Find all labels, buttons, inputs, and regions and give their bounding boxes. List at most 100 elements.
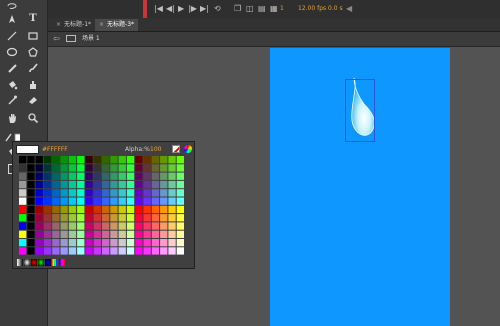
tab-untitled-1[interactable]: × 无标题-1* — [52, 19, 95, 31]
web-color-swatch[interactable] — [160, 230, 168, 238]
web-color-swatch[interactable] — [93, 172, 101, 180]
web-color-swatch[interactable] — [151, 164, 160, 172]
web-color-swatch[interactable] — [85, 180, 93, 189]
web-color-swatch[interactable] — [126, 180, 135, 189]
web-color-swatch[interactable] — [52, 214, 60, 222]
step-back-icon[interactable]: ◀| — [166, 5, 175, 13]
web-color-swatch[interactable] — [143, 214, 151, 222]
web-color-swatch[interactable] — [118, 247, 126, 255]
web-color-swatch[interactable] — [110, 214, 118, 222]
special-swatch[interactable] — [19, 189, 27, 197]
stage-canvas[interactable] — [270, 48, 450, 326]
web-color-swatch[interactable] — [143, 164, 151, 172]
web-color-swatch[interactable] — [93, 222, 101, 230]
step-forward-icon[interactable]: |▶ — [188, 5, 197, 13]
swatch-grid[interactable] — [17, 156, 193, 258]
web-color-swatch[interactable] — [126, 156, 135, 164]
web-color-swatch[interactable] — [160, 197, 168, 205]
web-color-swatch[interactable] — [93, 214, 101, 222]
web-color-swatch[interactable] — [85, 239, 93, 247]
web-color-swatch[interactable] — [52, 205, 60, 214]
web-color-swatch[interactable] — [43, 205, 52, 214]
web-color-swatch[interactable] — [77, 239, 85, 247]
web-color-swatch[interactable] — [52, 239, 60, 247]
web-color-swatch[interactable] — [168, 205, 176, 214]
web-color-swatch[interactable] — [118, 197, 126, 205]
web-color-swatch[interactable] — [126, 172, 135, 180]
paint-bucket-icon[interactable] — [4, 78, 20, 92]
brush-tool-icon[interactable] — [25, 61, 41, 75]
web-color-swatch[interactable] — [143, 247, 151, 255]
web-color-swatch[interactable] — [77, 180, 85, 189]
web-color-swatch[interactable] — [176, 197, 184, 205]
onion-skin-icon[interactable]: ❐ — [234, 5, 241, 13]
hex-value-field[interactable]: #FFFFFF — [42, 145, 68, 154]
ink-bottle-icon[interactable] — [25, 78, 41, 92]
web-color-swatch[interactable] — [60, 230, 68, 238]
web-color-swatch[interactable] — [168, 197, 176, 205]
web-color-swatch[interactable] — [35, 239, 43, 247]
web-color-swatch[interactable] — [43, 230, 52, 238]
web-color-swatch[interactable] — [118, 172, 126, 180]
web-color-swatch[interactable] — [176, 239, 184, 247]
web-color-swatch[interactable] — [93, 239, 101, 247]
web-color-swatch[interactable] — [126, 239, 135, 247]
web-color-swatch[interactable] — [93, 164, 101, 172]
web-color-swatch[interactable] — [93, 247, 101, 255]
web-color-swatch[interactable] — [168, 239, 176, 247]
gradient-swatch[interactable] — [59, 259, 65, 266]
web-color-swatch[interactable] — [35, 230, 43, 238]
play-icon[interactable]: ▶ — [178, 5, 184, 13]
web-color-swatch[interactable] — [85, 214, 93, 222]
separator-swatch[interactable] — [27, 222, 35, 230]
web-color-swatch[interactable] — [168, 189, 176, 197]
web-color-swatch[interactable] — [151, 180, 160, 189]
web-color-swatch[interactable] — [102, 214, 110, 222]
web-color-swatch[interactable] — [35, 156, 43, 164]
gradient-swatch[interactable] — [52, 259, 58, 266]
web-color-swatch[interactable] — [68, 172, 77, 180]
web-color-swatch[interactable] — [135, 247, 143, 255]
web-color-swatch[interactable] — [60, 156, 68, 164]
web-color-swatch[interactable] — [77, 230, 85, 238]
web-color-swatch[interactable] — [68, 247, 77, 255]
web-color-swatch[interactable] — [143, 180, 151, 189]
web-color-swatch[interactable] — [43, 180, 52, 189]
edit-frames-icon[interactable]: ▤ — [258, 5, 266, 13]
web-color-swatch[interactable] — [35, 247, 43, 255]
web-color-swatch[interactable] — [68, 180, 77, 189]
web-color-swatch[interactable] — [110, 230, 118, 238]
last-frame-icon[interactable]: ▶| — [200, 5, 209, 13]
web-color-swatch[interactable] — [77, 164, 85, 172]
oval-tool-icon[interactable] — [4, 45, 20, 59]
web-color-swatch[interactable] — [43, 172, 52, 180]
web-color-swatch[interactable] — [68, 214, 77, 222]
web-color-swatch[interactable] — [52, 247, 60, 255]
close-tab-icon[interactable]: × — [99, 21, 104, 28]
web-color-swatch[interactable] — [52, 156, 60, 164]
web-color-swatch[interactable] — [143, 205, 151, 214]
web-color-swatch[interactable] — [102, 172, 110, 180]
web-color-swatch[interactable] — [43, 156, 52, 164]
web-color-swatch[interactable] — [52, 180, 60, 189]
web-color-swatch[interactable] — [160, 156, 168, 164]
web-color-swatch[interactable] — [85, 230, 93, 238]
web-color-swatch[interactable] — [102, 222, 110, 230]
separator-swatch[interactable] — [27, 172, 35, 180]
web-color-swatch[interactable] — [52, 230, 60, 238]
gradient-swatch[interactable] — [31, 259, 37, 266]
gradient-swatch[interactable] — [17, 259, 23, 266]
web-color-swatch[interactable] — [151, 230, 160, 238]
special-swatch[interactable] — [19, 205, 27, 214]
web-color-swatch[interactable] — [135, 230, 143, 238]
web-color-swatch[interactable] — [118, 214, 126, 222]
web-color-swatch[interactable] — [176, 164, 184, 172]
web-color-swatch[interactable] — [93, 189, 101, 197]
web-color-swatch[interactable] — [93, 156, 101, 164]
web-color-swatch[interactable] — [43, 239, 52, 247]
web-color-swatch[interactable] — [110, 239, 118, 247]
web-color-swatch[interactable] — [151, 247, 160, 255]
web-color-swatch[interactable] — [35, 214, 43, 222]
web-color-swatch[interactable] — [52, 189, 60, 197]
web-color-swatch[interactable] — [60, 180, 68, 189]
